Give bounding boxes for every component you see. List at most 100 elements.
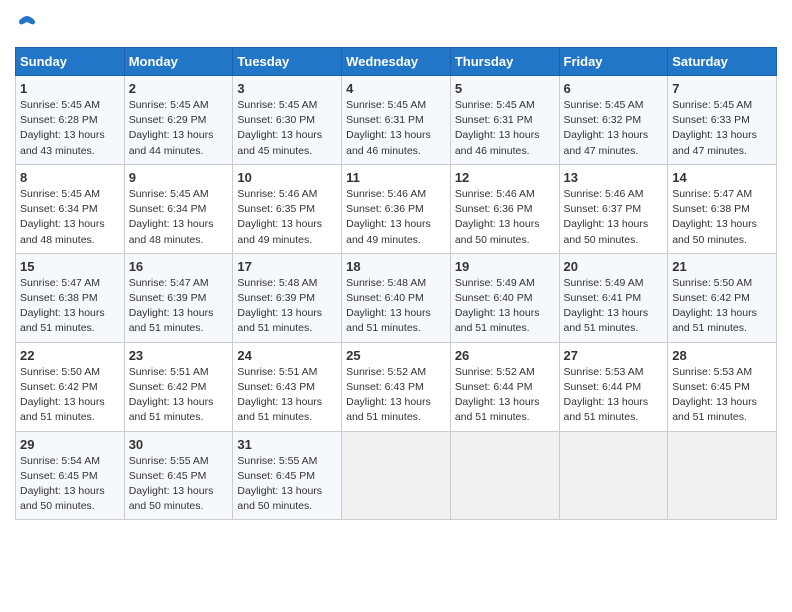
day-number: 29 — [20, 437, 120, 452]
calendar-cell: 26 Sunrise: 5:52 AM Sunset: 6:44 PM Dayl… — [450, 342, 559, 431]
calendar-cell: 31 Sunrise: 5:55 AM Sunset: 6:45 PM Dayl… — [233, 431, 342, 520]
day-number: 3 — [237, 81, 337, 96]
daylight-label: Daylight: 13 hours and 50 minutes. — [237, 485, 322, 512]
day-info: Sunrise: 5:47 AM Sunset: 6:38 PM Dayligh… — [20, 276, 120, 337]
daylight-label: Daylight: 13 hours and 50 minutes. — [129, 485, 214, 512]
day-number: 19 — [455, 259, 555, 274]
day-info: Sunrise: 5:49 AM Sunset: 6:41 PM Dayligh… — [564, 276, 664, 337]
day-number: 25 — [346, 348, 446, 363]
page-header — [15, 10, 777, 39]
sunset-label: Sunset: 6:31 PM — [346, 114, 424, 126]
calendar-week-2: 8 Sunrise: 5:45 AM Sunset: 6:34 PM Dayli… — [16, 164, 777, 253]
calendar-cell — [668, 431, 777, 520]
sunrise-label: Sunrise: 5:49 AM — [455, 277, 535, 289]
day-number: 21 — [672, 259, 772, 274]
sunset-label: Sunset: 6:38 PM — [20, 292, 98, 304]
day-number: 31 — [237, 437, 337, 452]
sunrise-label: Sunrise: 5:47 AM — [672, 188, 752, 200]
daylight-label: Daylight: 13 hours and 48 minutes. — [129, 218, 214, 245]
sunset-label: Sunset: 6:40 PM — [346, 292, 424, 304]
calendar-cell — [342, 431, 451, 520]
day-number: 13 — [564, 170, 664, 185]
column-header-sunday: Sunday — [16, 48, 125, 76]
day-number: 26 — [455, 348, 555, 363]
sunset-label: Sunset: 6:32 PM — [564, 114, 642, 126]
calendar-cell: 8 Sunrise: 5:45 AM Sunset: 6:34 PM Dayli… — [16, 164, 125, 253]
day-number: 24 — [237, 348, 337, 363]
daylight-label: Daylight: 13 hours and 51 minutes. — [672, 307, 757, 334]
daylight-label: Daylight: 13 hours and 49 minutes. — [346, 218, 431, 245]
calendar-cell: 10 Sunrise: 5:46 AM Sunset: 6:35 PM Dayl… — [233, 164, 342, 253]
sunrise-label: Sunrise: 5:45 AM — [20, 188, 100, 200]
calendar-cell: 23 Sunrise: 5:51 AM Sunset: 6:42 PM Dayl… — [124, 342, 233, 431]
day-info: Sunrise: 5:47 AM Sunset: 6:38 PM Dayligh… — [672, 187, 772, 248]
daylight-label: Daylight: 13 hours and 50 minutes. — [20, 485, 105, 512]
daylight-label: Daylight: 13 hours and 51 minutes. — [237, 396, 322, 423]
sunset-label: Sunset: 6:39 PM — [129, 292, 207, 304]
day-info: Sunrise: 5:52 AM Sunset: 6:44 PM Dayligh… — [455, 365, 555, 426]
day-number: 1 — [20, 81, 120, 96]
calendar-cell: 11 Sunrise: 5:46 AM Sunset: 6:36 PM Dayl… — [342, 164, 451, 253]
day-info: Sunrise: 5:48 AM Sunset: 6:40 PM Dayligh… — [346, 276, 446, 337]
daylight-label: Daylight: 13 hours and 51 minutes. — [672, 396, 757, 423]
calendar-cell: 13 Sunrise: 5:46 AM Sunset: 6:37 PM Dayl… — [559, 164, 668, 253]
sunset-label: Sunset: 6:43 PM — [346, 381, 424, 393]
daylight-label: Daylight: 13 hours and 46 minutes. — [346, 129, 431, 156]
day-info: Sunrise: 5:45 AM Sunset: 6:31 PM Dayligh… — [346, 98, 446, 159]
day-info: Sunrise: 5:51 AM Sunset: 6:43 PM Dayligh… — [237, 365, 337, 426]
daylight-label: Daylight: 13 hours and 51 minutes. — [346, 396, 431, 423]
daylight-label: Daylight: 13 hours and 48 minutes. — [20, 218, 105, 245]
daylight-label: Daylight: 13 hours and 47 minutes. — [672, 129, 757, 156]
day-info: Sunrise: 5:47 AM Sunset: 6:39 PM Dayligh… — [129, 276, 229, 337]
daylight-label: Daylight: 13 hours and 49 minutes. — [237, 218, 322, 245]
sunset-label: Sunset: 6:42 PM — [129, 381, 207, 393]
sunset-label: Sunset: 6:31 PM — [455, 114, 533, 126]
calendar-week-1: 1 Sunrise: 5:45 AM Sunset: 6:28 PM Dayli… — [16, 76, 777, 165]
calendar-week-4: 22 Sunrise: 5:50 AM Sunset: 6:42 PM Dayl… — [16, 342, 777, 431]
sunrise-label: Sunrise: 5:52 AM — [455, 366, 535, 378]
sunset-label: Sunset: 6:37 PM — [564, 203, 642, 215]
day-number: 30 — [129, 437, 229, 452]
day-number: 15 — [20, 259, 120, 274]
sunset-label: Sunset: 6:30 PM — [237, 114, 315, 126]
calendar-cell: 25 Sunrise: 5:52 AM Sunset: 6:43 PM Dayl… — [342, 342, 451, 431]
sunrise-label: Sunrise: 5:46 AM — [346, 188, 426, 200]
sunset-label: Sunset: 6:41 PM — [564, 292, 642, 304]
daylight-label: Daylight: 13 hours and 50 minutes. — [672, 218, 757, 245]
sunset-label: Sunset: 6:45 PM — [672, 381, 750, 393]
sunrise-label: Sunrise: 5:46 AM — [455, 188, 535, 200]
calendar-cell: 2 Sunrise: 5:45 AM Sunset: 6:29 PM Dayli… — [124, 76, 233, 165]
day-info: Sunrise: 5:50 AM Sunset: 6:42 PM Dayligh… — [672, 276, 772, 337]
daylight-label: Daylight: 13 hours and 47 minutes. — [564, 129, 649, 156]
sunset-label: Sunset: 6:39 PM — [237, 292, 315, 304]
sunrise-label: Sunrise: 5:45 AM — [672, 99, 752, 111]
sunrise-label: Sunrise: 5:45 AM — [455, 99, 535, 111]
sunset-label: Sunset: 6:45 PM — [237, 470, 315, 482]
day-info: Sunrise: 5:45 AM Sunset: 6:29 PM Dayligh… — [129, 98, 229, 159]
calendar-cell: 12 Sunrise: 5:46 AM Sunset: 6:36 PM Dayl… — [450, 164, 559, 253]
day-number: 18 — [346, 259, 446, 274]
calendar-cell: 5 Sunrise: 5:45 AM Sunset: 6:31 PM Dayli… — [450, 76, 559, 165]
daylight-label: Daylight: 13 hours and 51 minutes. — [564, 396, 649, 423]
calendar-cell: 28 Sunrise: 5:53 AM Sunset: 6:45 PM Dayl… — [668, 342, 777, 431]
day-number: 8 — [20, 170, 120, 185]
calendar-cell: 16 Sunrise: 5:47 AM Sunset: 6:39 PM Dayl… — [124, 253, 233, 342]
sunset-label: Sunset: 6:42 PM — [20, 381, 98, 393]
column-header-monday: Monday — [124, 48, 233, 76]
sunrise-label: Sunrise: 5:47 AM — [20, 277, 100, 289]
calendar-cell: 15 Sunrise: 5:47 AM Sunset: 6:38 PM Dayl… — [16, 253, 125, 342]
day-info: Sunrise: 5:46 AM Sunset: 6:36 PM Dayligh… — [455, 187, 555, 248]
daylight-label: Daylight: 13 hours and 51 minutes. — [20, 396, 105, 423]
calendar-cell: 20 Sunrise: 5:49 AM Sunset: 6:41 PM Dayl… — [559, 253, 668, 342]
sunset-label: Sunset: 6:44 PM — [455, 381, 533, 393]
column-header-thursday: Thursday — [450, 48, 559, 76]
calendar-cell: 17 Sunrise: 5:48 AM Sunset: 6:39 PM Dayl… — [233, 253, 342, 342]
calendar-cell: 19 Sunrise: 5:49 AM Sunset: 6:40 PM Dayl… — [450, 253, 559, 342]
day-info: Sunrise: 5:48 AM Sunset: 6:39 PM Dayligh… — [237, 276, 337, 337]
sunset-label: Sunset: 6:44 PM — [564, 381, 642, 393]
calendar-week-3: 15 Sunrise: 5:47 AM Sunset: 6:38 PM Dayl… — [16, 253, 777, 342]
day-number: 5 — [455, 81, 555, 96]
sunrise-label: Sunrise: 5:48 AM — [237, 277, 317, 289]
sunrise-label: Sunrise: 5:51 AM — [237, 366, 317, 378]
daylight-label: Daylight: 13 hours and 44 minutes. — [129, 129, 214, 156]
